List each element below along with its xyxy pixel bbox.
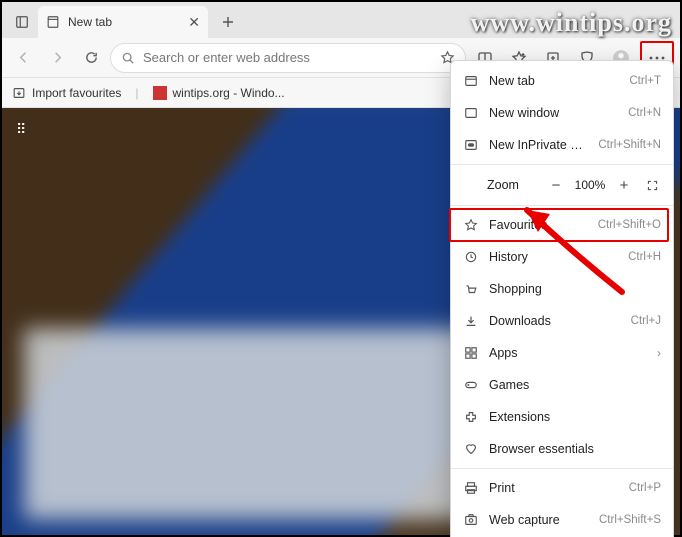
back-button[interactable]: [8, 43, 38, 73]
menu-item-web-capture[interactable]: Web capture Ctrl+Shift+S: [451, 504, 673, 536]
address-bar[interactable]: Search or enter web address: [110, 43, 466, 73]
downloads-icon: [463, 313, 479, 329]
settings-menu: New tab Ctrl+T New window Ctrl+N New InP…: [450, 60, 674, 537]
import-favourites-button[interactable]: Import favourites: [12, 86, 121, 100]
menu-item-downloads[interactable]: Downloads Ctrl+J: [451, 305, 673, 337]
fullscreen-icon[interactable]: [641, 174, 663, 196]
menu-item-favourites[interactable]: Favourites Ctrl+Shift+O: [451, 209, 673, 241]
tab-page-icon: [46, 15, 60, 29]
menu-label: Web capture: [489, 513, 589, 527]
menu-item-inprivate[interactable]: New InPrivate window Ctrl+Shift+N: [451, 129, 673, 161]
new-tab-button[interactable]: [214, 8, 242, 36]
menu-shortcut: Ctrl+P: [629, 482, 661, 494]
menu-label: Browser essentials: [489, 442, 661, 456]
new-tab-icon: [463, 73, 479, 89]
menu-label: New window: [489, 106, 618, 120]
bookmark-item-wintips[interactable]: wintips.org - Windo...: [153, 86, 285, 100]
history-icon: [463, 249, 479, 265]
heart-pulse-icon: [463, 441, 479, 457]
menu-shortcut: Ctrl+J: [631, 315, 661, 327]
menu-label: Downloads: [489, 314, 621, 328]
menu-item-shopping[interactable]: Shopping: [451, 273, 673, 305]
tab-bar: New tab ✕: [2, 2, 680, 38]
menu-shortcut: Ctrl+T: [629, 75, 661, 87]
menu-label: New InPrivate window: [489, 138, 588, 152]
import-favourites-label: Import favourites: [32, 86, 121, 100]
menu-item-new-window[interactable]: New window Ctrl+N: [451, 97, 673, 129]
menu-shortcut: Ctrl+Shift+O: [598, 219, 661, 231]
menu-separator: [451, 468, 673, 469]
menu-separator: [451, 205, 673, 206]
menu-item-new-tab[interactable]: New tab Ctrl+T: [451, 65, 673, 97]
tab-close-icon[interactable]: ✕: [188, 14, 200, 31]
menu-item-zoom: Zoom − 100% +: [451, 168, 673, 202]
zoom-label: Zoom: [461, 178, 519, 192]
tab-title: New tab: [68, 15, 112, 29]
menu-label: Games: [489, 378, 661, 392]
chevron-right-icon: ›: [657, 346, 661, 360]
menu-item-apps[interactable]: Apps ›: [451, 337, 673, 369]
menu-item-print[interactable]: Print Ctrl+P: [451, 472, 673, 504]
menu-label: New tab: [489, 74, 619, 88]
bookmark-label: wintips.org - Windo...: [173, 86, 285, 100]
favourites-icon: [463, 217, 479, 233]
menu-item-browser-essentials[interactable]: Browser essentials: [451, 433, 673, 465]
favicon-icon: [153, 86, 167, 100]
menu-label: Print: [489, 481, 619, 495]
inprivate-icon: [463, 137, 479, 153]
drag-grip-icon[interactable]: ⠿: [16, 126, 28, 132]
menu-label: Shopping: [489, 282, 661, 296]
print-icon: [463, 480, 479, 496]
menu-shortcut: Ctrl+Shift+N: [598, 139, 661, 151]
screenshot-frame: www.wintips.org New tab ✕: [0, 0, 682, 537]
address-placeholder: Search or enter web address: [143, 50, 310, 65]
bookmarks-divider: |: [135, 86, 138, 100]
tab-actions-icon[interactable]: [6, 6, 38, 38]
zoom-value: 100%: [573, 178, 607, 192]
games-icon: [463, 377, 479, 393]
zoom-out-button[interactable]: −: [545, 174, 567, 196]
extensions-icon: [463, 409, 479, 425]
new-window-icon: [463, 105, 479, 121]
menu-shortcut: Ctrl+Shift+S: [599, 514, 661, 526]
menu-label: History: [489, 250, 618, 264]
menu-label: Extensions: [489, 410, 661, 424]
menu-label: Apps: [489, 346, 647, 360]
search-icon: [121, 51, 135, 65]
forward-button[interactable]: [42, 43, 72, 73]
refresh-button[interactable]: [76, 43, 106, 73]
web-capture-icon: [463, 512, 479, 528]
menu-shortcut: Ctrl+N: [628, 107, 661, 119]
browser-tab[interactable]: New tab ✕: [38, 6, 208, 38]
menu-separator: [451, 164, 673, 165]
zoom-in-button[interactable]: +: [613, 174, 635, 196]
menu-label: Favourites: [489, 218, 588, 232]
shopping-icon: [463, 281, 479, 297]
menu-item-history[interactable]: History Ctrl+H: [451, 241, 673, 273]
menu-item-games[interactable]: Games: [451, 369, 673, 401]
menu-item-extensions[interactable]: Extensions: [451, 401, 673, 433]
apps-icon: [463, 345, 479, 361]
menu-shortcut: Ctrl+H: [628, 251, 661, 263]
